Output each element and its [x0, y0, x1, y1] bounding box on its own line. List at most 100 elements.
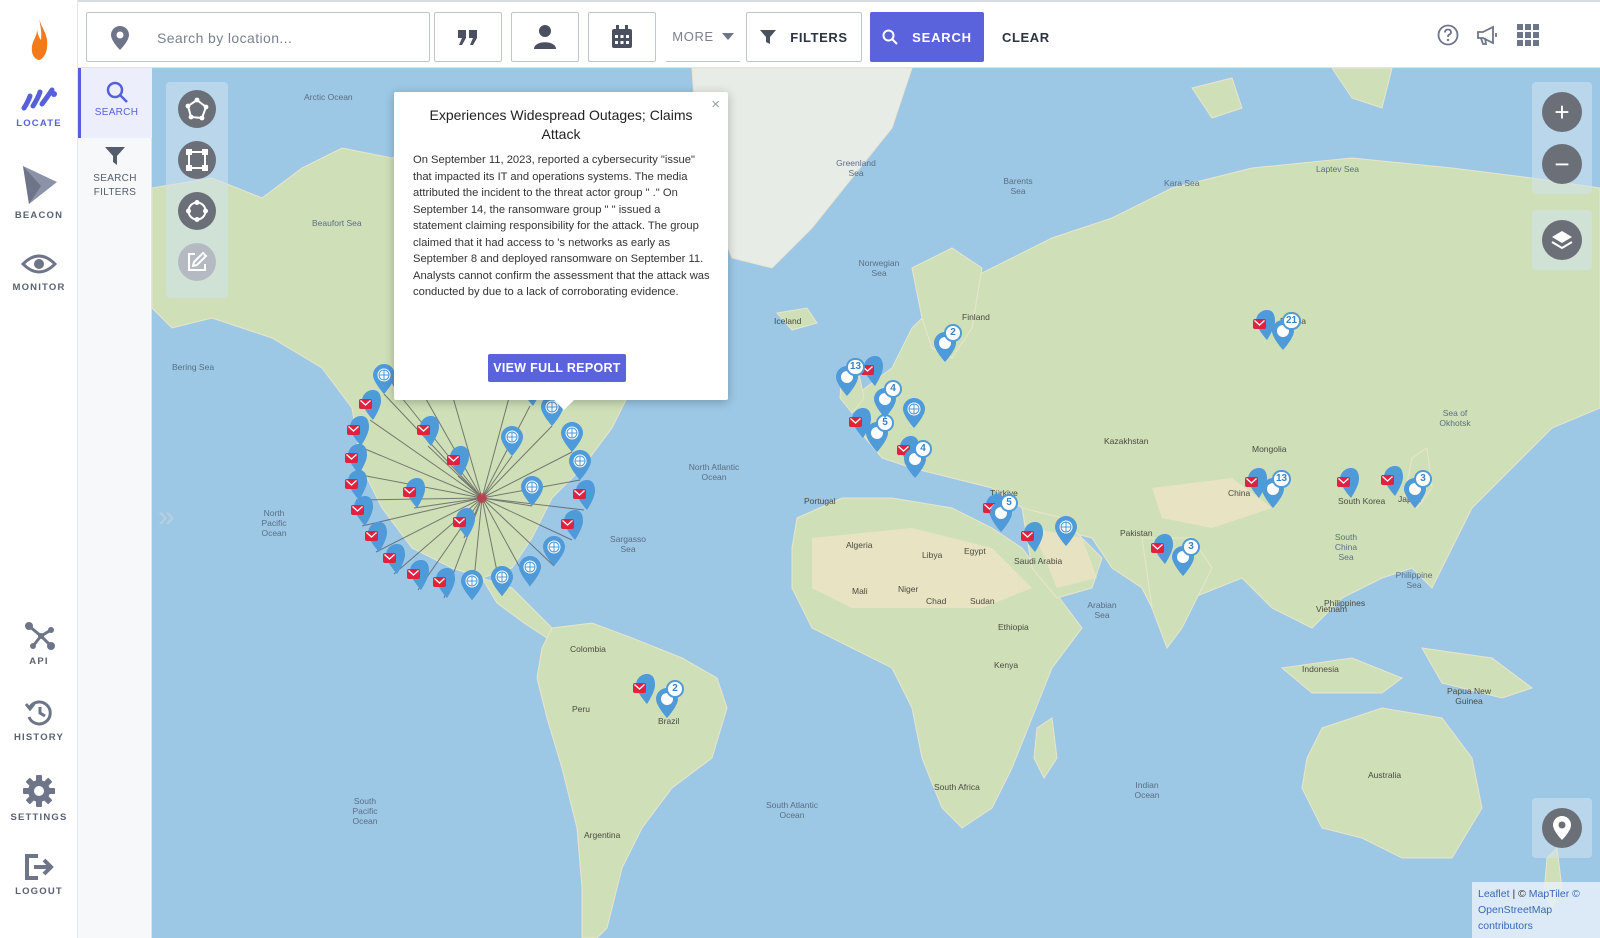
- draw-polygon-tool[interactable]: [178, 90, 216, 128]
- world-map[interactable]: Arctic Ocean Beaufort Sea Bering Sea Nor…: [152, 68, 1600, 938]
- my-location-button[interactable]: [1542, 808, 1582, 848]
- globe-marker[interactable]: [519, 556, 541, 591]
- quote-filter-button[interactable]: [434, 12, 502, 62]
- location-search-input[interactable]: [157, 25, 417, 51]
- email-pin-icon: [433, 568, 455, 598]
- rail-label-api: API: [29, 656, 49, 667]
- globe-marker[interactable]: [903, 398, 925, 433]
- globe-pin-icon: [491, 566, 513, 596]
- email-marker[interactable]: [447, 446, 469, 481]
- cluster-marker[interactable]: 21: [1272, 312, 1302, 355]
- person-filter-button[interactable]: [511, 12, 579, 62]
- cluster-count: 3: [1182, 538, 1200, 556]
- draw-rectangle-tool[interactable]: [178, 141, 216, 179]
- person-icon: [534, 25, 556, 49]
- calendar-icon: [612, 25, 632, 48]
- cluster-marker[interactable]: 2: [656, 680, 684, 723]
- email-pin-icon: [407, 560, 429, 590]
- layers-control: [1532, 210, 1592, 270]
- email-marker[interactable]: [453, 508, 475, 543]
- expand-panel-chevron-icon[interactable]: »: [158, 500, 175, 534]
- edit-shape-tool[interactable]: [178, 243, 216, 281]
- caret-down-icon: [721, 32, 734, 40]
- email-marker[interactable]: [403, 478, 425, 513]
- email-marker[interactable]: [407, 560, 429, 595]
- cluster-marker[interactable]: 4: [874, 380, 902, 423]
- globe-marker[interactable]: [461, 570, 483, 605]
- origin-hub-marker[interactable]: [477, 493, 487, 503]
- map-label-ocean: Sargasso Sea: [610, 534, 646, 554]
- rail-item-settings[interactable]: SETTINGS: [0, 774, 78, 823]
- app-grid-icon[interactable]: [1517, 24, 1539, 46]
- more-dropdown[interactable]: MORE: [666, 12, 740, 62]
- email-marker[interactable]: [633, 674, 655, 709]
- email-marker[interactable]: [861, 356, 883, 391]
- popup-body: On September 11, 2023, reported a cybers…: [413, 154, 710, 298]
- zoom-controls: + −: [1532, 82, 1592, 194]
- map-label-ocean: Beaufort Sea: [312, 218, 362, 228]
- map-label-ocean: South Atlantic Ocean: [766, 800, 818, 820]
- email-marker[interactable]: [1021, 522, 1043, 557]
- globe-marker[interactable]: [501, 426, 523, 461]
- announcement-megaphone-icon[interactable]: [1476, 24, 1498, 46]
- view-full-report-button[interactable]: VIEW FULL REPORT: [488, 354, 626, 382]
- help-icon[interactable]: [1437, 24, 1459, 46]
- search-subpanel: SEARCH SEARCH FILTERS: [78, 68, 152, 938]
- rail-item-api[interactable]: API: [0, 620, 78, 667]
- globe-marker[interactable]: [561, 422, 583, 457]
- zoom-out-button[interactable]: −: [1542, 144, 1582, 184]
- clear-button[interactable]: CLEAR: [1002, 12, 1050, 62]
- email-marker[interactable]: [417, 416, 439, 451]
- rail-item-logout[interactable]: LOGOUT: [0, 852, 78, 897]
- email-pin-icon: [447, 446, 469, 476]
- map-label-land: Mongolia: [1252, 444, 1287, 454]
- map-label-land: Ethiopia: [998, 622, 1029, 632]
- draw-circle-tool[interactable]: [178, 192, 216, 230]
- rail-label-monitor: MONITOR: [12, 282, 66, 293]
- cluster-count: 2: [666, 680, 684, 698]
- email-marker[interactable]: [573, 480, 595, 515]
- cluster-marker[interactable]: 13: [836, 358, 866, 401]
- cluster-marker[interactable]: 2: [934, 324, 962, 367]
- email-marker[interactable]: [433, 568, 455, 603]
- email-marker[interactable]: [1381, 466, 1403, 501]
- filters-button[interactable]: FILTERS: [746, 12, 862, 62]
- popup-close-icon[interactable]: ×: [711, 96, 720, 113]
- map-label-ocean: Sea of Okhotsk: [1439, 408, 1471, 428]
- globe-marker[interactable]: [491, 566, 513, 601]
- search-button[interactable]: SEARCH: [870, 12, 984, 62]
- globe-marker[interactable]: [521, 476, 543, 511]
- email-pin-icon: [383, 544, 405, 574]
- zoom-in-button[interactable]: +: [1542, 92, 1582, 132]
- map-label-ocean: Laptev Sea: [1316, 164, 1360, 174]
- layers-button[interactable]: [1542, 220, 1582, 260]
- cluster-marker[interactable]: 3: [1404, 470, 1432, 513]
- cluster-marker[interactable]: 5: [866, 414, 894, 457]
- popup-title: Experiences Widespread Outages; Claims A…: [429, 107, 693, 142]
- subpanel-search-filters[interactable]: SEARCH FILTERS: [78, 146, 152, 200]
- subpanel-search[interactable]: SEARCH: [78, 68, 152, 138]
- date-filter-button[interactable]: [588, 12, 656, 62]
- email-marker[interactable]: [561, 510, 583, 545]
- map-label-land: Libya: [922, 550, 943, 560]
- search-icon: [106, 81, 128, 103]
- cluster-marker[interactable]: 13: [1262, 470, 1292, 513]
- location-pin-icon: [111, 26, 129, 50]
- globe-marker[interactable]: [1055, 516, 1077, 551]
- rail-label-locate: LOCATE: [16, 118, 62, 129]
- email-marker[interactable]: [1337, 468, 1359, 503]
- rail-item-beacon[interactable]: BEACON: [0, 164, 78, 221]
- email-marker[interactable]: [1151, 534, 1173, 569]
- leaflet-link[interactable]: Leaflet: [1478, 888, 1510, 900]
- rail-item-locate[interactable]: LOCATE: [0, 84, 78, 129]
- rail-item-history[interactable]: HISTORY: [0, 698, 78, 743]
- cluster-marker[interactable]: 3: [1172, 538, 1200, 581]
- rail-item-monitor[interactable]: MONITOR: [0, 250, 78, 293]
- maptiler-link[interactable]: MapTiler: [1529, 888, 1569, 900]
- email-marker[interactable]: [383, 544, 405, 579]
- cluster-marker[interactable]: 4: [904, 440, 932, 483]
- settings-gear-icon: [23, 775, 55, 807]
- map-label-ocean: Philippine Sea: [1395, 570, 1433, 590]
- cluster-marker[interactable]: 5: [990, 494, 1018, 537]
- map-label-land: South Africa: [934, 782, 980, 792]
